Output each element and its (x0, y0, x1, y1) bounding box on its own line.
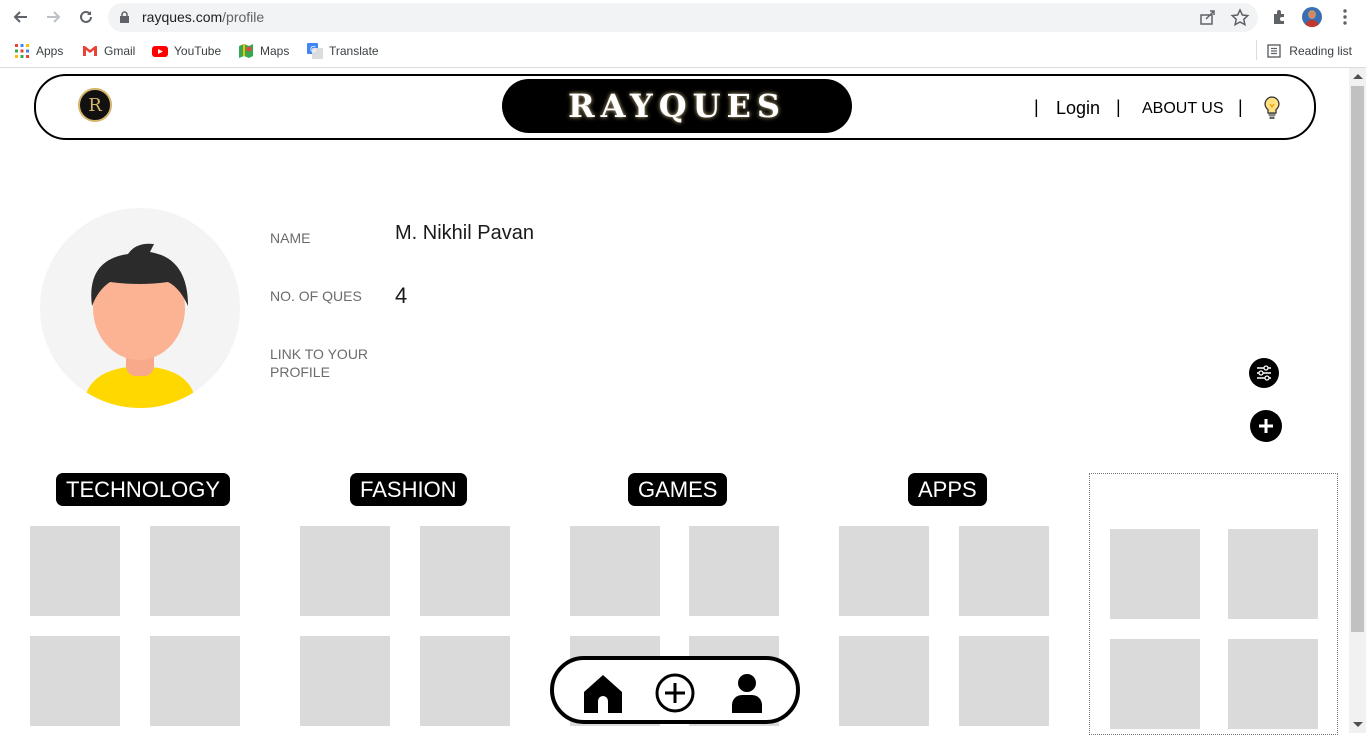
bookmark-maps[interactable]: Maps (238, 41, 289, 61)
questions-count-label: NO. OF QUES (270, 288, 362, 304)
question-tile[interactable] (30, 636, 120, 726)
question-tile[interactable] (420, 636, 510, 726)
scroll-down-arrow-icon[interactable] (1353, 722, 1363, 727)
svg-text:G: G (310, 45, 316, 54)
profile-avatar (40, 208, 240, 408)
nav-separator: | (1116, 97, 1121, 117)
reading-list-label: Reading list (1289, 44, 1352, 58)
back-arrow-icon[interactable] (10, 6, 32, 28)
star-icon[interactable] (1230, 8, 1250, 28)
gmail-icon (83, 46, 97, 56)
site-logo[interactable]: R (78, 88, 112, 122)
question-tile[interactable] (1228, 529, 1318, 619)
youtube-icon (152, 46, 168, 57)
question-tile[interactable] (1110, 529, 1200, 619)
about-us-link[interactable]: ABOUT US (1142, 100, 1224, 118)
home-icon[interactable] (582, 672, 624, 714)
question-tile[interactable] (150, 526, 240, 616)
bookmark-label: Apps (36, 44, 64, 58)
bookmarks-divider (1256, 40, 1257, 60)
translate-icon: G (307, 43, 323, 59)
bookmark-apps[interactable]: Apps (14, 41, 63, 61)
brand-title[interactable]: RAYQUES (502, 79, 852, 133)
apps-grid-icon (15, 44, 29, 58)
user-illustration (84, 243, 196, 408)
bookmarks-bar: Apps Gmail YouTube Maps G Translate Readi… (0, 35, 1366, 68)
question-tile[interactable] (420, 526, 510, 616)
add-circle-icon[interactable] (654, 672, 696, 714)
user-profile-icon[interactable] (726, 672, 768, 714)
bookmark-label: Translate (329, 44, 379, 58)
question-tile[interactable] (839, 526, 929, 616)
profile-avatar-icon[interactable] (1302, 7, 1322, 27)
browser-toolbar: rayques.com/profile (0, 0, 1366, 35)
sliders-icon (1257, 365, 1271, 381)
question-tile[interactable] (959, 526, 1049, 616)
login-link[interactable]: Login (1056, 98, 1100, 119)
forward-arrow-icon[interactable] (42, 6, 64, 28)
url-text: rayques.com/profile (142, 9, 264, 25)
reload-icon[interactable] (75, 6, 97, 28)
extensions-puzzle-icon[interactable] (1270, 7, 1290, 27)
url-host: rayques.com (142, 9, 223, 25)
bookmark-gmail[interactable]: Gmail (82, 41, 135, 61)
site-header: R RAYQUES | Login | ABOUT US | (34, 74, 1316, 140)
category-apps[interactable]: APPS (908, 473, 987, 506)
scroll-up-arrow-icon[interactable] (1353, 74, 1363, 79)
bookmark-translate[interactable]: G Translate (307, 41, 379, 61)
logo-letter: R (88, 94, 102, 116)
share-icon[interactable] (1198, 8, 1218, 28)
question-tile[interactable] (150, 636, 240, 726)
page-scrollbar[interactable] (1349, 68, 1366, 733)
question-tile[interactable] (1110, 639, 1200, 729)
filter-settings-button[interactable] (1249, 358, 1279, 388)
bookmark-label: Gmail (104, 44, 136, 58)
category-technology[interactable]: TECHNOLOGY (56, 473, 231, 506)
reading-list-button[interactable]: Reading list (1267, 41, 1352, 61)
bookmark-youtube[interactable]: YouTube (152, 41, 221, 61)
category-games[interactable]: GAMES (628, 473, 728, 506)
bottom-navigation (550, 656, 800, 724)
address-bar[interactable]: rayques.com/profile (108, 3, 1258, 32)
maps-icon (239, 44, 253, 58)
lightbulb-icon[interactable] (1261, 95, 1283, 121)
scroll-thumb[interactable] (1351, 86, 1364, 632)
category-fashion[interactable]: FASHION (350, 473, 467, 506)
question-tile[interactable] (30, 526, 120, 616)
question-tile[interactable] (1228, 639, 1318, 729)
reading-list-icon (1267, 44, 1281, 58)
question-tile[interactable] (839, 636, 929, 726)
question-tile[interactable] (689, 526, 779, 616)
bookmark-label: Maps (260, 44, 290, 58)
lock-icon (120, 11, 129, 23)
nav-separator: | (1238, 97, 1243, 117)
nav-separator: | (1034, 97, 1039, 117)
name-label: NAME (270, 230, 311, 246)
url-path: /profile (222, 9, 265, 25)
plus-icon (1259, 419, 1273, 433)
question-tile[interactable] (570, 526, 660, 616)
question-tile[interactable] (300, 526, 390, 616)
name-value: M. Nikhil Pavan (395, 222, 534, 244)
profile-link-label: LINK TO YOUR PROFILE (270, 346, 369, 380)
bookmark-label: YouTube (174, 44, 222, 58)
question-tile[interactable] (959, 636, 1049, 726)
questions-count-value: 4 (395, 283, 408, 308)
menu-kebab-icon[interactable] (1334, 6, 1356, 28)
question-tile[interactable] (300, 636, 390, 726)
add-question-button[interactable] (1250, 410, 1282, 442)
